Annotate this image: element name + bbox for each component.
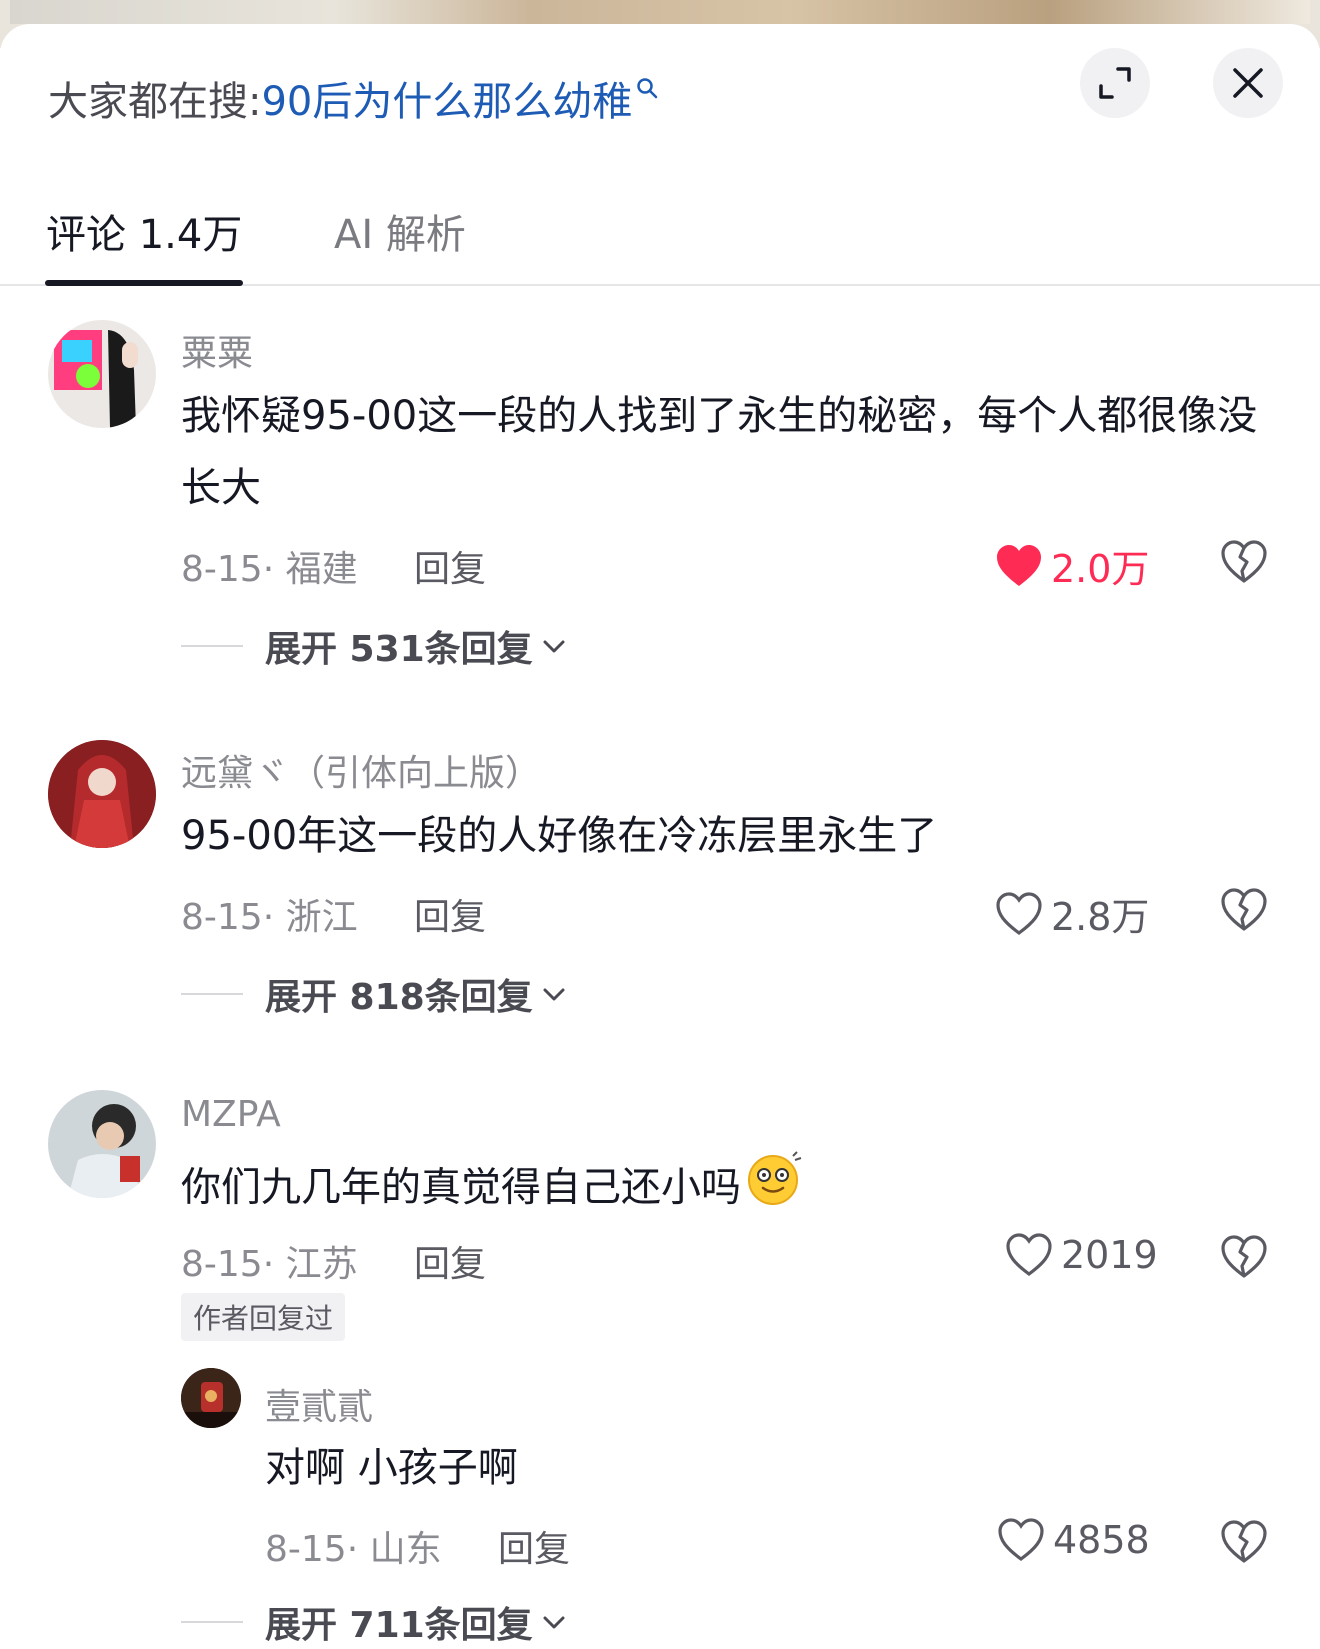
tab-ai-analysis[interactable]: AI 解析 <box>334 202 466 260</box>
dizzy-face-emoji-icon <box>745 1150 805 1229</box>
comment-text: 你们九几年的真觉得自己还小吗 <box>181 1150 1261 1229</box>
author-replied-badge: 作者回复过 <box>181 1293 346 1341</box>
reply-button[interactable]: 回复 <box>498 1520 570 1572</box>
like-count: 2.0万 <box>1051 547 1150 591</box>
like-count: 4858 <box>1053 1518 1150 1562</box>
chevron-down-icon <box>543 640 565 653</box>
avatar[interactable] <box>48 320 156 428</box>
like-button[interactable]: 2.0万 <box>995 538 1149 593</box>
like-count: 2.8万 <box>1051 895 1150 939</box>
heart-outline-icon <box>1006 1233 1052 1276</box>
video-thumbnail <box>10 0 1310 24</box>
reply-button[interactable]: 回复 <box>414 1235 486 1287</box>
expand-replies-button[interactable]: 展开 818条回复 <box>181 968 567 1020</box>
expand-replies-label: 展开 711条回复 <box>265 1605 533 1646</box>
avatar[interactable] <box>181 1368 241 1428</box>
expand-divider <box>181 645 243 647</box>
search-icon <box>636 63 658 109</box>
broken-heart-icon <box>1221 1520 1267 1563</box>
expand-divider <box>181 993 243 995</box>
fullscreen-button[interactable] <box>1080 48 1150 118</box>
dislike-button[interactable] <box>1220 888 1268 936</box>
heart-filled-icon <box>997 544 1041 586</box>
comment-date-location: 8-15· 浙江 <box>181 897 358 938</box>
broken-heart-icon <box>1221 1235 1267 1278</box>
like-button[interactable]: 4858 <box>997 1518 1150 1562</box>
comment-tabs: 评论 1.4万 AI 解析 <box>0 190 1320 286</box>
expand-icon <box>1099 67 1131 99</box>
like-button[interactable]: 2.8万 <box>995 886 1149 941</box>
chevron-down-icon <box>543 988 565 1001</box>
reply-date-location: 8-15· 山东 <box>265 1529 442 1570</box>
dislike-button[interactable] <box>1220 540 1268 588</box>
expand-replies-label: 展开 818条回复 <box>265 977 533 1018</box>
close-icon <box>1233 68 1263 98</box>
search-suggestion[interactable]: 大家都在搜: 90后为什么那么幼稚 <box>48 68 658 128</box>
search-prefix-label: 大家都在搜: <box>48 79 262 125</box>
comment-username[interactable]: MZPA <box>181 1094 281 1135</box>
expand-replies-label: 展开 531条回复 <box>265 629 533 670</box>
chevron-down-icon <box>543 1616 565 1629</box>
search-term-link[interactable]: 90后为什么那么幼稚 <box>261 69 632 127</box>
broken-heart-icon <box>1221 888 1267 931</box>
heart-outline-icon <box>998 1518 1044 1561</box>
broken-heart-icon <box>1221 540 1267 583</box>
like-count: 2019 <box>1061 1233 1158 1277</box>
tab-comments[interactable]: 评论 1.4万 <box>46 202 242 260</box>
like-button[interactable]: 2019 <box>1005 1233 1158 1277</box>
comment-date-location: 8-15· 江苏 <box>181 1244 358 1285</box>
comment-text: 我怀疑95-00这一段的人找到了永生的秘密，每个人都很像没长大 <box>181 393 1258 511</box>
comment-username[interactable]: 粟粟 <box>181 324 253 376</box>
dislike-button[interactable] <box>1220 1235 1268 1283</box>
reply-button[interactable]: 回复 <box>414 888 486 940</box>
reply-text: 对啊 小孩子啊 <box>265 1445 518 1491</box>
avatar[interactable] <box>48 740 156 848</box>
close-button[interactable] <box>1213 48 1283 118</box>
comment-text-body: 你们九几年的真觉得自己还小吗 <box>181 1164 741 1211</box>
comment-text: 95-00年这一段的人好像在冷冻层里永生了 <box>181 813 938 859</box>
active-tab-indicator <box>45 280 243 286</box>
expand-divider <box>181 1621 243 1623</box>
reply-button[interactable]: 回复 <box>414 540 486 592</box>
heart-outline-icon <box>996 891 1042 935</box>
comment-username[interactable]: 远黛ヾ（引体向上版） <box>181 744 541 796</box>
reply-username[interactable]: 壹貳貳 <box>265 1378 373 1430</box>
expand-replies-button[interactable]: 展开 711条回复 <box>181 1596 567 1648</box>
avatar[interactable] <box>48 1090 156 1198</box>
comment-date-location: 8-15· 福建 <box>181 549 358 590</box>
expand-replies-button[interactable]: 展开 531条回复 <box>181 620 567 672</box>
dislike-button[interactable] <box>1220 1520 1268 1568</box>
